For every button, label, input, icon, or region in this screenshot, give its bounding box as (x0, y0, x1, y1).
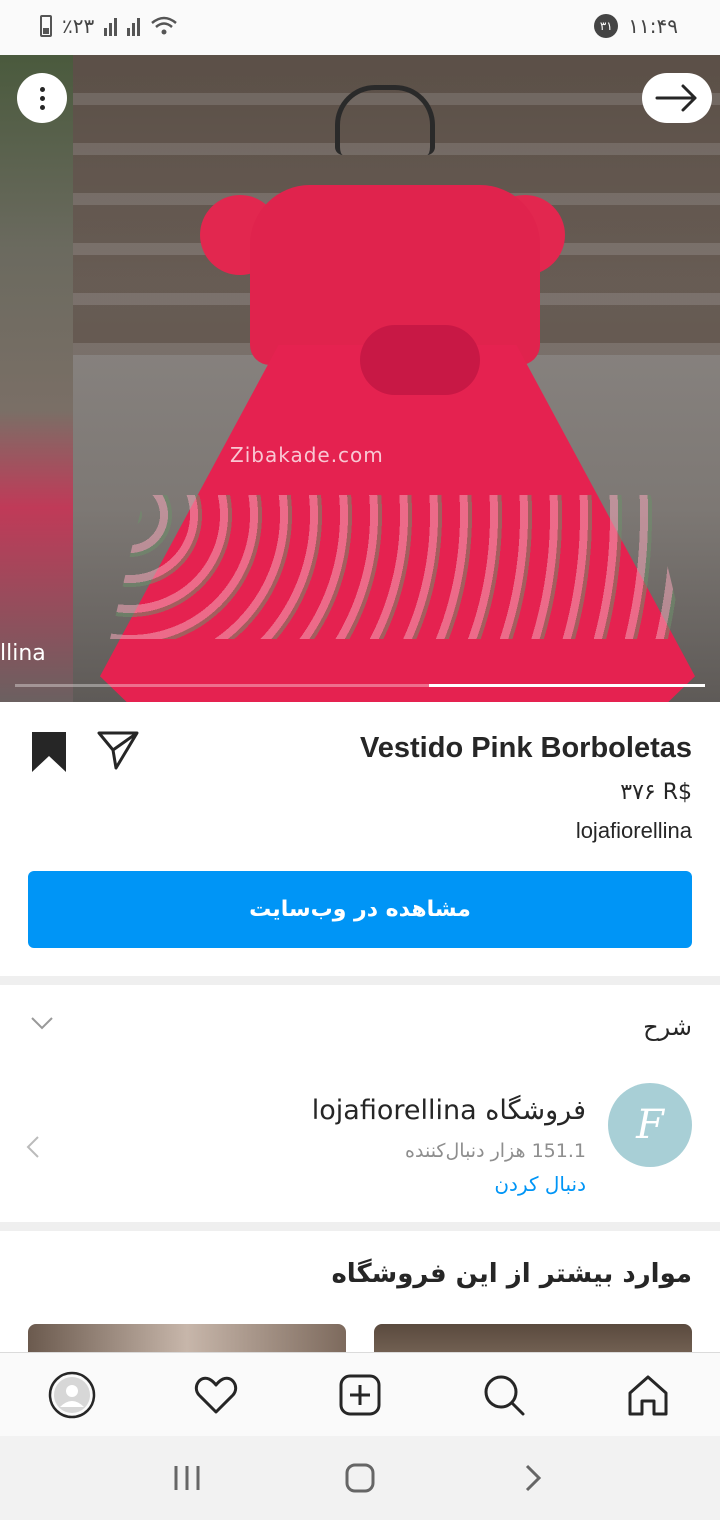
battery-percent: ٪۲۳ (62, 14, 95, 38)
more-from-shop: موارد بیشتر از این فروشگاه (0, 1231, 720, 1352)
nav-search[interactable] (474, 1365, 534, 1425)
description-section: شرح F فروشگاه lojafiorellina 151.1 هزار … (0, 985, 720, 1222)
status-right: ۳۱ ۱۱:۴۹ (594, 14, 678, 38)
nav-profile[interactable] (42, 1365, 102, 1425)
heart-icon (194, 1376, 238, 1413)
signal-icon (104, 16, 118, 36)
chevron-right-icon (526, 1464, 542, 1492)
bookmark-icon[interactable] (30, 730, 68, 778)
nav-home[interactable] (618, 1365, 678, 1425)
more-options-button[interactable] (17, 73, 67, 123)
arrow-right-icon (655, 84, 697, 112)
home-icon (628, 1375, 668, 1415)
search-icon (484, 1375, 525, 1415)
chevron-down-icon[interactable] (30, 1015, 54, 1034)
product-thumbnail[interactable] (374, 1324, 692, 1352)
recent-apps-icon (174, 1466, 200, 1490)
signal-icon-2 (127, 16, 141, 36)
nav-create[interactable] (330, 1365, 390, 1425)
add-post-icon (339, 1374, 381, 1415)
previous-slide-preview[interactable] (0, 55, 73, 702)
clock: ۱۱:۴۹ (628, 14, 678, 38)
profile-avatar-icon (48, 1371, 96, 1418)
product-title: Vestido Pink Borboletas (360, 732, 692, 764)
bottom-nav (0, 1352, 720, 1436)
notification-badge: ۳۱ (594, 14, 619, 38)
back-button[interactable] (503, 1448, 563, 1508)
store-avatar[interactable]: F (608, 1083, 692, 1167)
hanger (335, 85, 435, 155)
system-nav (0, 1436, 720, 1520)
dress-bow (360, 325, 480, 395)
share-icon[interactable] (96, 730, 140, 774)
slide-progress-fill (429, 684, 705, 687)
product-shop-name[interactable]: lojafiorellina (576, 818, 692, 844)
divider (0, 1222, 720, 1231)
store-followers: 151.1 هزار دنبال‌کننده (405, 1140, 586, 1162)
wifi-icon (151, 16, 178, 35)
home-circle-icon (345, 1463, 375, 1493)
product-info: Vestido Pink Borboletas ۳۷۶ R$ lojafiore… (0, 702, 720, 976)
product-price: ۳۷۶ R$ (620, 780, 692, 805)
status-bar: ٪۲۳ ۳۱ ۱۱:۴۹ (0, 0, 720, 55)
status-left: ٪۲۳ (40, 14, 178, 38)
divider (0, 976, 720, 985)
view-on-website-button[interactable]: مشاهده در وب‌سایت (28, 871, 692, 948)
previous-slide-label: llina (0, 641, 46, 666)
more-icon (39, 86, 45, 110)
chevron-left-icon[interactable] (26, 1135, 40, 1163)
slide-progress-track (15, 684, 705, 687)
product-thumbnail[interactable] (28, 1324, 346, 1352)
home-button[interactable] (330, 1448, 390, 1508)
store-name[interactable]: فروشگاه lojafiorellina (312, 1095, 586, 1126)
next-slide-button[interactable] (642, 73, 712, 123)
watermark: Zibakade.com (230, 443, 384, 467)
product-image-carousel[interactable]: llina Zibakade.com (0, 55, 720, 702)
follow-button[interactable]: دنبال کردن (494, 1172, 586, 1196)
store-avatar-letter: F (636, 1102, 664, 1148)
more-from-shop-title: موارد بیشتر از این فروشگاه (331, 1259, 692, 1289)
battery-icon (40, 15, 52, 37)
description-title[interactable]: شرح (643, 1013, 692, 1041)
nav-activity[interactable] (186, 1365, 246, 1425)
recent-apps-button[interactable] (157, 1448, 217, 1508)
